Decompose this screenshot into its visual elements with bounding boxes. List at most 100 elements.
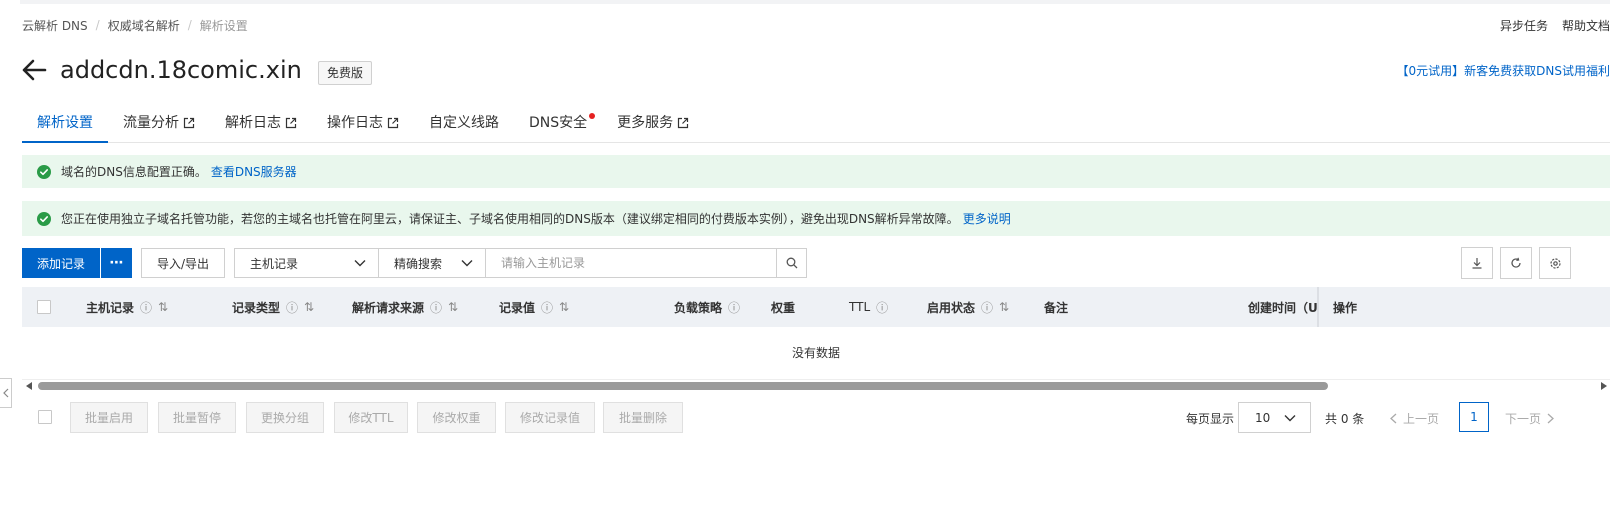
breadcrumb-item-dns[interactable]: 云解析 DNS — [22, 17, 88, 34]
chevron-down-icon — [461, 260, 473, 267]
scroll-right-icon[interactable] — [1600, 382, 1608, 390]
prev-page-label: 上一页 — [1403, 412, 1440, 426]
tab-traffic-analysis[interactable]: 流量分析 — [108, 104, 210, 142]
search-input[interactable] — [486, 248, 777, 278]
tab-resolution-log[interactable]: 解析日志 — [210, 104, 312, 142]
more-actions-button[interactable]: ⋯ — [101, 248, 132, 278]
help-icon[interactable]: ⓘ — [876, 299, 888, 316]
column-label: 解析请求来源 — [352, 300, 425, 315]
help-icon[interactable]: ⓘ — [140, 299, 152, 316]
column-status[interactable]: 启用状态 ⓘ ⇅ — [927, 287, 1009, 327]
external-link-icon — [678, 117, 689, 129]
tab-dns-security[interactable]: DNS安全 — [514, 104, 602, 142]
help-icon[interactable]: ⓘ — [286, 299, 298, 316]
import-export-button[interactable]: 导入/导出 — [141, 248, 225, 278]
help-docs-link[interactable]: 帮助文档 — [1562, 17, 1610, 34]
scrollbar-thumb[interactable] — [38, 382, 1328, 390]
modify-value-button[interactable]: 修改记录值 — [505, 402, 595, 433]
breadcrumb-item-authoritative[interactable]: 权威域名解析 — [108, 17, 180, 34]
settings-button[interactable] — [1539, 247, 1571, 279]
more-info-link[interactable]: 更多说明 — [963, 210, 1011, 227]
sort-icon[interactable]: ⇅ — [158, 300, 168, 314]
refresh-button[interactable] — [1500, 247, 1532, 279]
breadcrumb-separator: / — [187, 18, 192, 32]
batch-select-checkbox[interactable] — [38, 410, 52, 424]
column-label: 主机记录 — [86, 300, 135, 315]
batch-enable-button[interactable]: 批量启用 — [70, 402, 148, 433]
alert-text: 域名的DNS信息配置正确。 — [61, 165, 207, 179]
async-tasks-link[interactable]: 异步任务 — [1500, 17, 1548, 34]
side-panel-toggle[interactable] — [0, 378, 12, 408]
tab-label: 更多服务 — [617, 115, 674, 131]
next-page-button[interactable]: 下一页 — [1505, 410, 1554, 427]
column-label: 操作 — [1333, 300, 1358, 315]
sort-icon[interactable]: ⇅ — [304, 300, 314, 314]
modify-weight-button[interactable]: 修改权重 — [417, 402, 496, 433]
sort-icon[interactable]: ⇅ — [448, 300, 458, 314]
chevron-right-icon — [1547, 413, 1554, 424]
promo-link[interactable]: 【0元试用】新客免费获取DNS试用福利 — [1397, 62, 1610, 79]
tab-bar: 解析设置 流量分析 解析日志 操作日志 自定义线路 DNS安全 更多服务 — [22, 104, 1610, 143]
column-strategy: 负载策略 ⓘ — [674, 287, 740, 327]
column-source[interactable]: 解析请求来源 ⓘ ⇅ — [352, 287, 458, 327]
tab-operation-log[interactable]: 操作日志 — [312, 104, 414, 142]
chevron-left-icon — [2, 388, 8, 398]
alert-text: 您正在使用独立子域名托管功能，若您的主域名也托管在阿里云，请保证主、子域名使用相… — [61, 212, 959, 226]
download-button[interactable] — [1461, 247, 1493, 279]
column-value[interactable]: 记录值 ⓘ ⇅ — [499, 287, 569, 327]
header-links: 异步任务 帮助文档 — [1500, 17, 1610, 34]
notification-dot — [589, 113, 596, 119]
help-icon[interactable]: ⓘ — [430, 299, 442, 316]
tab-label: 流量分析 — [123, 115, 179, 131]
external-link-icon — [183, 117, 195, 129]
select-all-checkbox[interactable] — [37, 300, 51, 314]
edition-badge: 免费版 — [318, 61, 373, 85]
tab-label: 操作日志 — [327, 115, 383, 131]
select-value: 精确搜索 — [394, 256, 443, 271]
column-host[interactable]: 主机记录 ⓘ ⇅ — [86, 287, 168, 327]
check-circle-icon — [37, 211, 51, 226]
column-label: 权重 — [771, 300, 796, 315]
page-title: addcdn.18comic.xin — [60, 56, 302, 84]
match-mode-select[interactable]: 精确搜索 — [378, 248, 486, 278]
modify-ttl-button[interactable]: 修改TTL — [334, 402, 408, 433]
chevron-down-icon — [354, 260, 366, 267]
column-label: 启用状态 — [927, 300, 976, 315]
column-created[interactable]: 创建时间（UTC+8） — [1248, 287, 1317, 327]
sort-icon[interactable]: ⇅ — [559, 300, 569, 314]
batch-pause-button[interactable]: 批量暂停 — [158, 402, 236, 433]
add-record-button[interactable]: 添加记录 — [22, 248, 100, 278]
batch-delete-button[interactable]: 批量删除 — [603, 402, 683, 433]
search-field-select[interactable]: 主机记录 — [234, 248, 379, 278]
tab-more-services[interactable]: 更多服务 — [602, 104, 704, 142]
column-label: 记录类型 — [232, 300, 281, 315]
sort-icon[interactable]: ⇅ — [999, 300, 1009, 314]
tab-dns-settings[interactable]: 解析设置 — [22, 104, 108, 143]
column-label: 记录值 — [499, 300, 536, 315]
subdomain-hosting-alert: 您正在使用独立子域名托管功能，若您的主域名也托管在阿里云，请保证主、子域名使用相… — [22, 201, 1610, 236]
prev-page-button[interactable]: 上一页 — [1390, 410, 1439, 427]
back-button[interactable] — [20, 56, 48, 84]
arrow-left-icon — [22, 59, 47, 81]
column-remark: 备注 — [1044, 287, 1068, 327]
help-icon[interactable]: ⓘ — [541, 299, 553, 316]
external-link-icon — [387, 117, 399, 129]
help-icon[interactable]: ⓘ — [981, 299, 993, 316]
page-number-current[interactable]: 1 — [1459, 402, 1489, 432]
per-page-select[interactable]: 10 — [1238, 402, 1311, 433]
scroll-left-icon[interactable] — [25, 382, 33, 390]
view-dns-servers-link[interactable]: 查看DNS服务器 — [211, 163, 297, 180]
help-icon[interactable]: ⓘ — [728, 299, 740, 316]
change-group-button[interactable]: 更换分组 — [246, 402, 324, 433]
tab-custom-lines[interactable]: 自定义线路 — [414, 104, 514, 142]
fixed-column-divider — [1317, 287, 1319, 327]
empty-state: 没有数据 — [22, 327, 1610, 380]
breadcrumb: 云解析 DNS / 权威域名解析 / 解析设置 — [22, 17, 248, 33]
column-weight: 权重 — [771, 287, 795, 327]
breadcrumb-separator: / — [95, 18, 100, 32]
dns-config-alert: 域名的DNS信息配置正确。 查看DNS服务器 — [22, 155, 1610, 188]
chevron-down-icon — [1284, 414, 1296, 421]
search-button[interactable] — [776, 248, 807, 278]
column-type[interactable]: 记录类型 ⓘ ⇅ — [232, 287, 314, 327]
horizontal-scrollbar[interactable] — [22, 380, 1610, 392]
